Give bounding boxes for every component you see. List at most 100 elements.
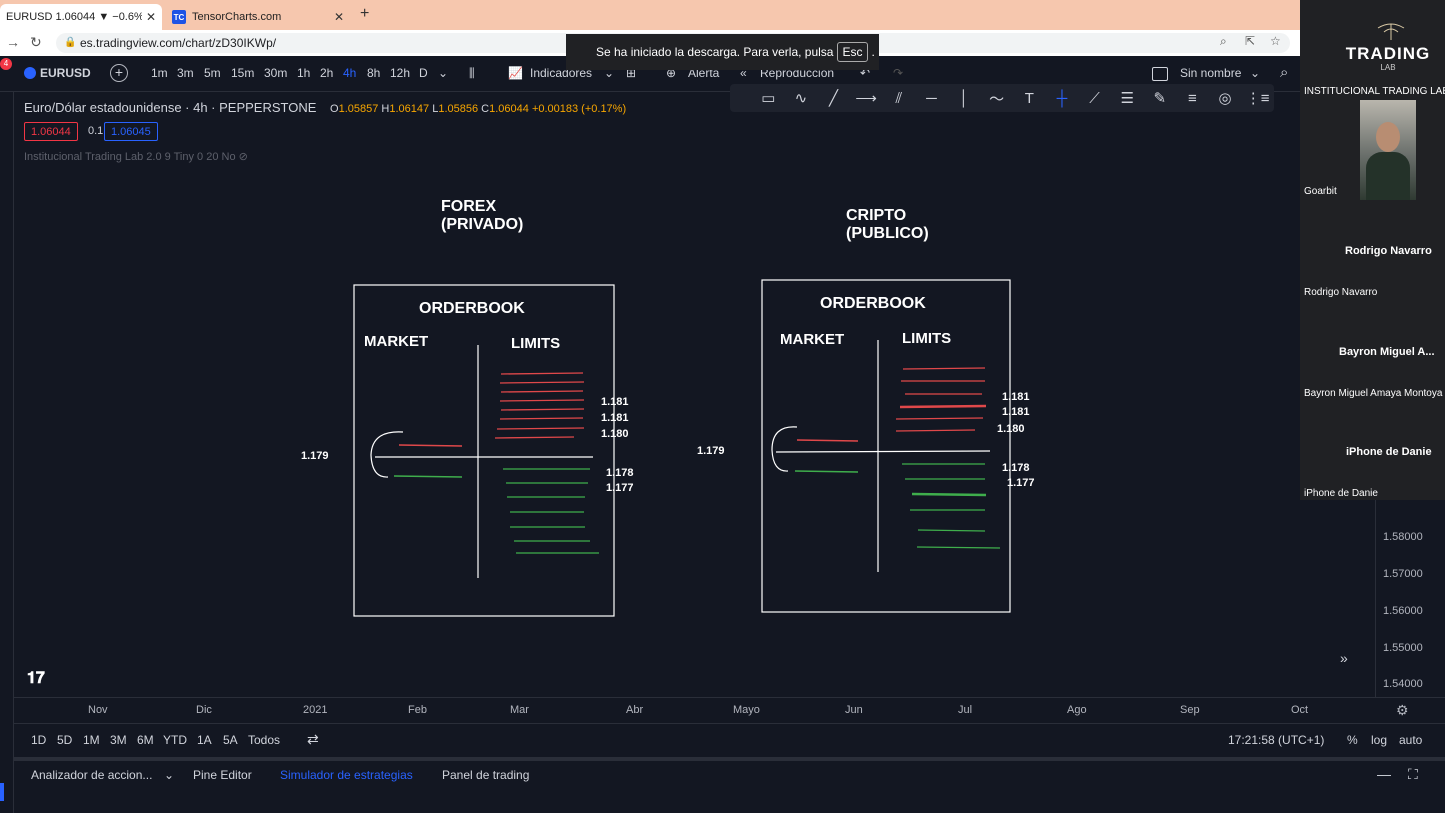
price-tick: 1.55000 xyxy=(1383,642,1423,654)
forex-ask-line-5 xyxy=(500,408,585,411)
cripto-mid-price: 1.179 xyxy=(697,445,725,457)
cripto-ask-lines xyxy=(895,367,987,432)
price-tick: 1.56000 xyxy=(1383,605,1423,617)
forex-ask-line-7 xyxy=(496,427,585,430)
forex-bid-lines xyxy=(503,468,599,554)
time-axis[interactable] xyxy=(14,697,1445,722)
range-1a[interactable]: 1A xyxy=(197,733,212,747)
tab-trading-panel[interactable]: Panel de trading xyxy=(442,768,529,782)
cripto-ask-level-1: 1.181 xyxy=(1002,391,1030,403)
avatar xyxy=(1376,122,1400,152)
participant-4-title: iPhone de Danie xyxy=(1346,446,1432,458)
cripto-market-ask xyxy=(796,439,859,442)
cripto-bid-line-5 xyxy=(917,529,986,532)
cripto-ask-level-3: 1.180 xyxy=(997,423,1025,435)
cripto-bid-level-1: 1.178 xyxy=(1002,462,1030,474)
range-5a[interactable]: 5A xyxy=(223,733,238,747)
brand-title: TRADING xyxy=(1345,44,1431,63)
toast-text: Se ha iniciado la descarga. Para verla, … xyxy=(596,45,834,59)
cripto-bid-level-2: 1.177 xyxy=(1007,477,1035,489)
forex-ask-line-6 xyxy=(499,417,584,420)
download-toast: Se ha iniciado la descarga. Para verla, … xyxy=(566,34,879,70)
forex-bid-level-2: 1.177 xyxy=(606,482,634,494)
forex-limits-label: LIMITS xyxy=(511,335,560,352)
forex-orderbook-title: ORDERBOOK xyxy=(419,300,525,317)
active-indicator-bar xyxy=(0,783,4,801)
tab-pine-editor[interactable]: Pine Editor xyxy=(193,768,252,782)
cripto-market-label: MARKET xyxy=(780,331,844,348)
forex-heading-line1: FOREX xyxy=(441,198,496,215)
cripto-heading-line2: (PUBLICO) xyxy=(846,225,929,242)
forex-bid-level-1: 1.178 xyxy=(606,467,634,479)
forex-market-bracket xyxy=(370,431,404,478)
participant-2-name: Rodrigo Navarro xyxy=(1304,287,1378,298)
forex-market-label: MARKET xyxy=(364,333,428,350)
cripto-bid-line-3 xyxy=(911,492,987,497)
forex-ask-line-3 xyxy=(500,390,584,393)
cripto-market-bracket xyxy=(771,426,798,472)
tab-strategy-tester[interactable]: Simulador de estrategias xyxy=(280,768,413,782)
range-6m[interactable]: 6M xyxy=(137,733,154,747)
log-scale-toggle[interactable]: log xyxy=(1371,733,1387,747)
percent-scale-toggle[interactable]: % xyxy=(1347,733,1358,747)
time-tick: Oct xyxy=(1291,704,1309,716)
orderbook-drawing: FOREX (PRIVADO) ORDERBOOK MARKET LIMITS … xyxy=(301,198,1035,617)
time-tick: Sep xyxy=(1180,704,1200,716)
stock-screener-dropdown-icon[interactable]: ⌄ xyxy=(164,768,174,782)
participant-1-title: INSTITUCIONAL TRADING LAB xyxy=(1304,86,1445,97)
forex-heading-line2: (PRIVADO) xyxy=(441,216,523,233)
cripto-ask-line-6 xyxy=(895,429,976,432)
cripto-bid-lines xyxy=(902,463,1001,549)
time-tick: Jun xyxy=(845,704,863,716)
forex-ask-line-2 xyxy=(499,381,585,384)
participant-2-title: Rodrigo Navarro xyxy=(1345,245,1432,257)
forex-ask-level-1: 1.181 xyxy=(601,396,629,408)
participant-3-title: Bayron Miguel A... xyxy=(1339,346,1435,358)
forex-mid-price: 1.179 xyxy=(301,450,329,462)
participant-3-name: Bayron Miguel Amaya Montoya xyxy=(1304,388,1443,399)
price-tick: 1.58000 xyxy=(1383,531,1423,543)
cripto-mid-line xyxy=(775,450,991,453)
participant-1-name: Goarbit xyxy=(1304,186,1337,197)
forex-ask-line-1 xyxy=(500,372,584,375)
time-tick: Ago xyxy=(1067,704,1087,716)
tradingview-logo[interactable]: 𝟏𝟕 xyxy=(27,670,45,688)
range-3m[interactable]: 3M xyxy=(110,733,127,747)
time-tick: Dic xyxy=(196,704,212,716)
price-tick: 1.54000 xyxy=(1383,678,1423,690)
participant-1-video[interactable] xyxy=(1360,100,1416,200)
minimize-panel-icon[interactable]: — xyxy=(1377,766,1391,782)
cripto-ask-line-4 xyxy=(899,404,987,409)
maximize-panel-icon[interactable]: ⛶ xyxy=(1408,766,1418,783)
chart-settings-gear-icon[interactable]: ⚙ xyxy=(1396,702,1409,719)
range-todos[interactable]: Todos xyxy=(248,733,280,747)
range-ytd[interactable]: YTD xyxy=(163,733,187,747)
forex-market-bid xyxy=(393,475,463,478)
range-5d[interactable]: 5D xyxy=(57,733,72,747)
tab-stock-screener[interactable]: Analizador de accion... xyxy=(31,768,152,782)
time-tick: Jul xyxy=(958,704,973,716)
bottom-panel xyxy=(14,757,1445,813)
range-1m[interactable]: 1M xyxy=(83,733,100,747)
cripto-bid-line-6 xyxy=(916,546,1001,549)
range-1d[interactable]: 1D xyxy=(31,733,46,747)
cripto-orderbook-box xyxy=(761,279,1011,613)
forex-ask-level-3: 1.180 xyxy=(601,428,629,440)
scroll-to-realtime-icon[interactable]: » xyxy=(1340,650,1348,666)
price-axis[interactable] xyxy=(1375,500,1445,700)
auto-scale-toggle[interactable]: auto xyxy=(1399,733,1422,747)
time-tick: 2021 xyxy=(303,704,328,716)
chart-clock[interactable]: 17:21:58 (UTC+1) xyxy=(1228,733,1324,747)
forex-ask-line-4 xyxy=(499,399,585,402)
forex-ask-level-2: 1.181 xyxy=(601,412,629,424)
esc-key[interactable]: Esc xyxy=(837,42,868,62)
forex-ask-lines xyxy=(494,372,585,439)
time-tick: Mayo xyxy=(733,704,760,716)
cripto-ask-level-2: 1.181 xyxy=(1002,406,1030,418)
cripto-ask-line-1 xyxy=(902,367,986,370)
go-to-date-icon[interactable]: ⇄ xyxy=(307,731,319,748)
cripto-heading-line1: CRIPTO xyxy=(846,207,906,224)
forex-market-ask xyxy=(398,444,463,447)
price-tick: 1.57000 xyxy=(1383,568,1423,580)
time-tick: Abr xyxy=(626,704,644,716)
